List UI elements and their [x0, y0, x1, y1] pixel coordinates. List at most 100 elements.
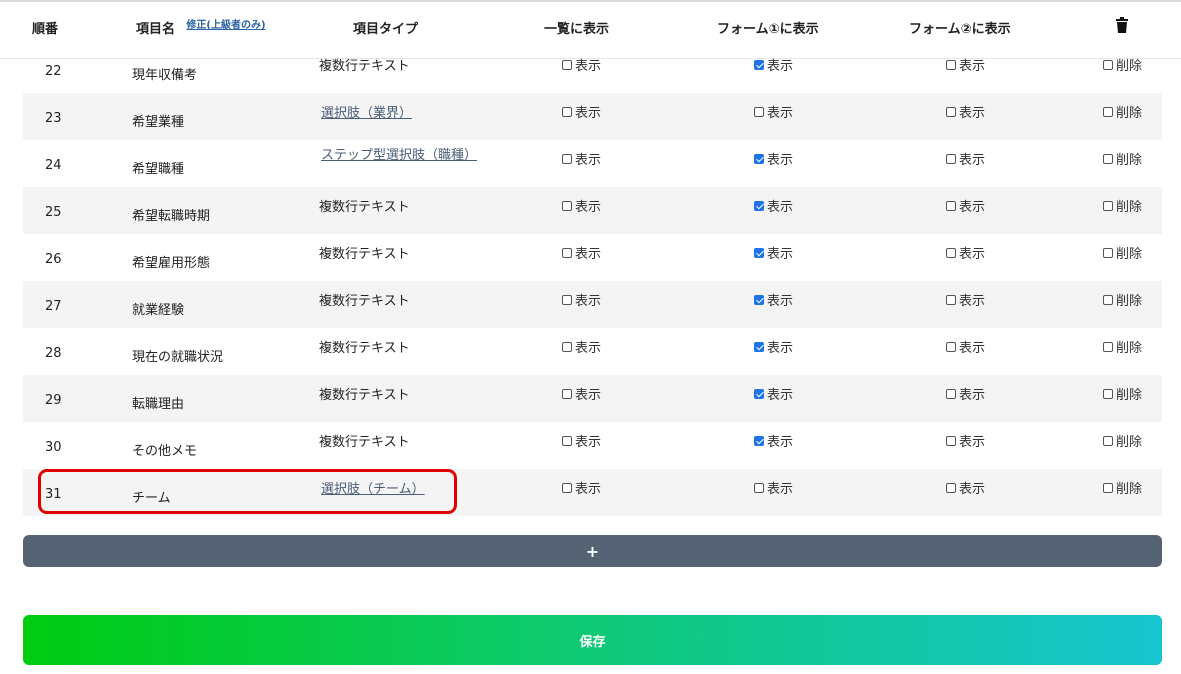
checkbox-box[interactable]	[1103, 200, 1113, 211]
show-in-list-checkbox[interactable]: 表示	[562, 196, 601, 215]
delete-checkbox[interactable]: 削除	[1103, 149, 1142, 168]
checkbox-label: 表示	[959, 153, 986, 168]
show-in-form1-checkbox[interactable]: 表示	[754, 478, 793, 497]
checkbox-box[interactable]	[946, 294, 956, 305]
show-in-form2-checkbox[interactable]: 表示	[946, 196, 985, 215]
checkbox-box[interactable]	[754, 59, 764, 70]
show-in-list-checkbox[interactable]: 表示	[562, 243, 601, 262]
show-in-form2-checkbox[interactable]: 表示	[946, 290, 985, 309]
checkbox-box[interactable]	[562, 59, 572, 70]
checkbox-box[interactable]	[562, 388, 572, 399]
delete-checkbox[interactable]: 削除	[1103, 290, 1142, 309]
checkbox-box[interactable]	[754, 341, 764, 352]
delete-checkbox[interactable]: 削除	[1103, 243, 1142, 262]
show-in-form2-checkbox[interactable]: 表示	[946, 55, 985, 74]
show-in-form2-checkbox[interactable]: 表示	[946, 431, 985, 450]
show-in-list-checkbox[interactable]: 表示	[562, 149, 601, 168]
checkbox-box[interactable]	[562, 435, 572, 446]
checkbox-label: 表示	[767, 59, 794, 74]
checkbox-box[interactable]	[754, 435, 764, 446]
header-type: 項目タイプ	[353, 22, 419, 37]
checkbox-box[interactable]	[754, 200, 764, 211]
delete-checkbox[interactable]: 削除	[1103, 478, 1142, 497]
checkbox-box[interactable]	[1103, 106, 1113, 117]
checkbox-label: 表示	[959, 388, 986, 403]
checkbox-box[interactable]	[946, 388, 956, 399]
checkbox-box[interactable]	[562, 106, 572, 117]
checkbox-box[interactable]	[1103, 341, 1113, 352]
checkbox-label: 表示	[959, 341, 986, 356]
checkbox-box[interactable]	[946, 200, 956, 211]
checkbox-label: 削除	[1116, 388, 1143, 403]
checkbox-box[interactable]	[946, 435, 956, 446]
show-in-form2-checkbox[interactable]: 表示	[946, 384, 985, 403]
checkbox-box[interactable]	[1103, 388, 1113, 399]
save-button[interactable]: 保存	[23, 615, 1162, 665]
checkbox-box[interactable]	[946, 153, 956, 164]
delete-checkbox[interactable]: 削除	[1103, 55, 1142, 74]
checkbox-label: 表示	[959, 294, 986, 309]
table-row: 25 希望転職時期 複数行テキスト 表示 表示 表示 削除	[23, 187, 1162, 234]
checkbox-box[interactable]	[1103, 482, 1113, 493]
show-in-list-checkbox[interactable]: 表示	[562, 290, 601, 309]
show-in-form2-checkbox[interactable]: 表示	[946, 478, 985, 497]
row-type-link[interactable]: 選択肢（チーム）	[321, 478, 425, 497]
checkbox-box[interactable]	[562, 482, 572, 493]
show-in-form1-checkbox[interactable]: 表示	[754, 102, 793, 121]
show-in-form2-checkbox[interactable]: 表示	[946, 337, 985, 356]
show-in-form1-checkbox[interactable]: 表示	[754, 196, 793, 215]
checkbox-box[interactable]	[754, 388, 764, 399]
row-type-link[interactable]: ステップ型選択肢（職種）	[321, 149, 477, 162]
edit-advanced-link[interactable]: 修正(上級者のみ)	[184, 20, 268, 32]
checkbox-box[interactable]	[562, 200, 572, 211]
checkbox-box[interactable]	[946, 341, 956, 352]
checkbox-box[interactable]	[946, 247, 956, 258]
show-in-list-checkbox[interactable]: 表示	[562, 337, 601, 356]
show-in-form1-checkbox[interactable]: 表示	[754, 243, 793, 262]
show-in-form1-checkbox[interactable]: 表示	[754, 290, 793, 309]
show-in-list-checkbox[interactable]: 表示	[562, 431, 601, 450]
show-in-form1-checkbox[interactable]: 表示	[754, 337, 793, 356]
show-in-form2-checkbox[interactable]: 表示	[946, 243, 985, 262]
table-row: 31 チーム 選択肢（チーム） 表示 表示 表示 削除	[23, 469, 1162, 516]
delete-checkbox[interactable]: 削除	[1103, 384, 1142, 403]
checkbox-box[interactable]	[1103, 435, 1113, 446]
row-order: 28	[45, 346, 62, 361]
show-in-form1-checkbox[interactable]: 表示	[754, 431, 793, 450]
show-in-form1-checkbox[interactable]: 表示	[754, 384, 793, 403]
delete-checkbox[interactable]: 削除	[1103, 431, 1142, 450]
row-order: 22	[45, 64, 62, 79]
show-in-form2-checkbox[interactable]: 表示	[946, 149, 985, 168]
delete-checkbox[interactable]: 削除	[1103, 196, 1142, 215]
checkbox-box[interactable]	[562, 341, 572, 352]
show-in-list-checkbox[interactable]: 表示	[562, 478, 601, 497]
table-row: 29 転職理由 複数行テキスト 表示 表示 表示 削除	[23, 375, 1162, 422]
checkbox-box[interactable]	[1103, 294, 1113, 305]
checkbox-box[interactable]	[946, 482, 956, 493]
show-in-form1-checkbox[interactable]: 表示	[754, 55, 793, 74]
delete-checkbox[interactable]: 削除	[1103, 337, 1142, 356]
row-type-link[interactable]: 選択肢（業界）	[321, 102, 412, 121]
checkbox-box[interactable]	[946, 106, 956, 117]
checkbox-box[interactable]	[562, 294, 572, 305]
show-in-list-checkbox[interactable]: 表示	[562, 102, 601, 121]
row-order: 31	[45, 487, 62, 502]
show-in-list-checkbox[interactable]: 表示	[562, 55, 601, 74]
add-row-button[interactable]: +	[23, 535, 1162, 567]
checkbox-box[interactable]	[1103, 59, 1113, 70]
checkbox-box[interactable]	[754, 247, 764, 258]
checkbox-box[interactable]	[754, 294, 764, 305]
checkbox-box[interactable]	[1103, 153, 1113, 164]
show-in-form1-checkbox[interactable]: 表示	[754, 149, 793, 168]
show-in-form2-checkbox[interactable]: 表示	[946, 102, 985, 121]
checkbox-label: 削除	[1116, 341, 1143, 356]
checkbox-box[interactable]	[754, 153, 764, 164]
checkbox-box[interactable]	[946, 59, 956, 70]
checkbox-box[interactable]	[562, 153, 572, 164]
show-in-list-checkbox[interactable]: 表示	[562, 384, 601, 403]
checkbox-box[interactable]	[562, 247, 572, 258]
checkbox-box[interactable]	[1103, 247, 1113, 258]
checkbox-box[interactable]	[754, 106, 764, 117]
checkbox-box[interactable]	[754, 482, 764, 493]
delete-checkbox[interactable]: 削除	[1103, 102, 1142, 121]
